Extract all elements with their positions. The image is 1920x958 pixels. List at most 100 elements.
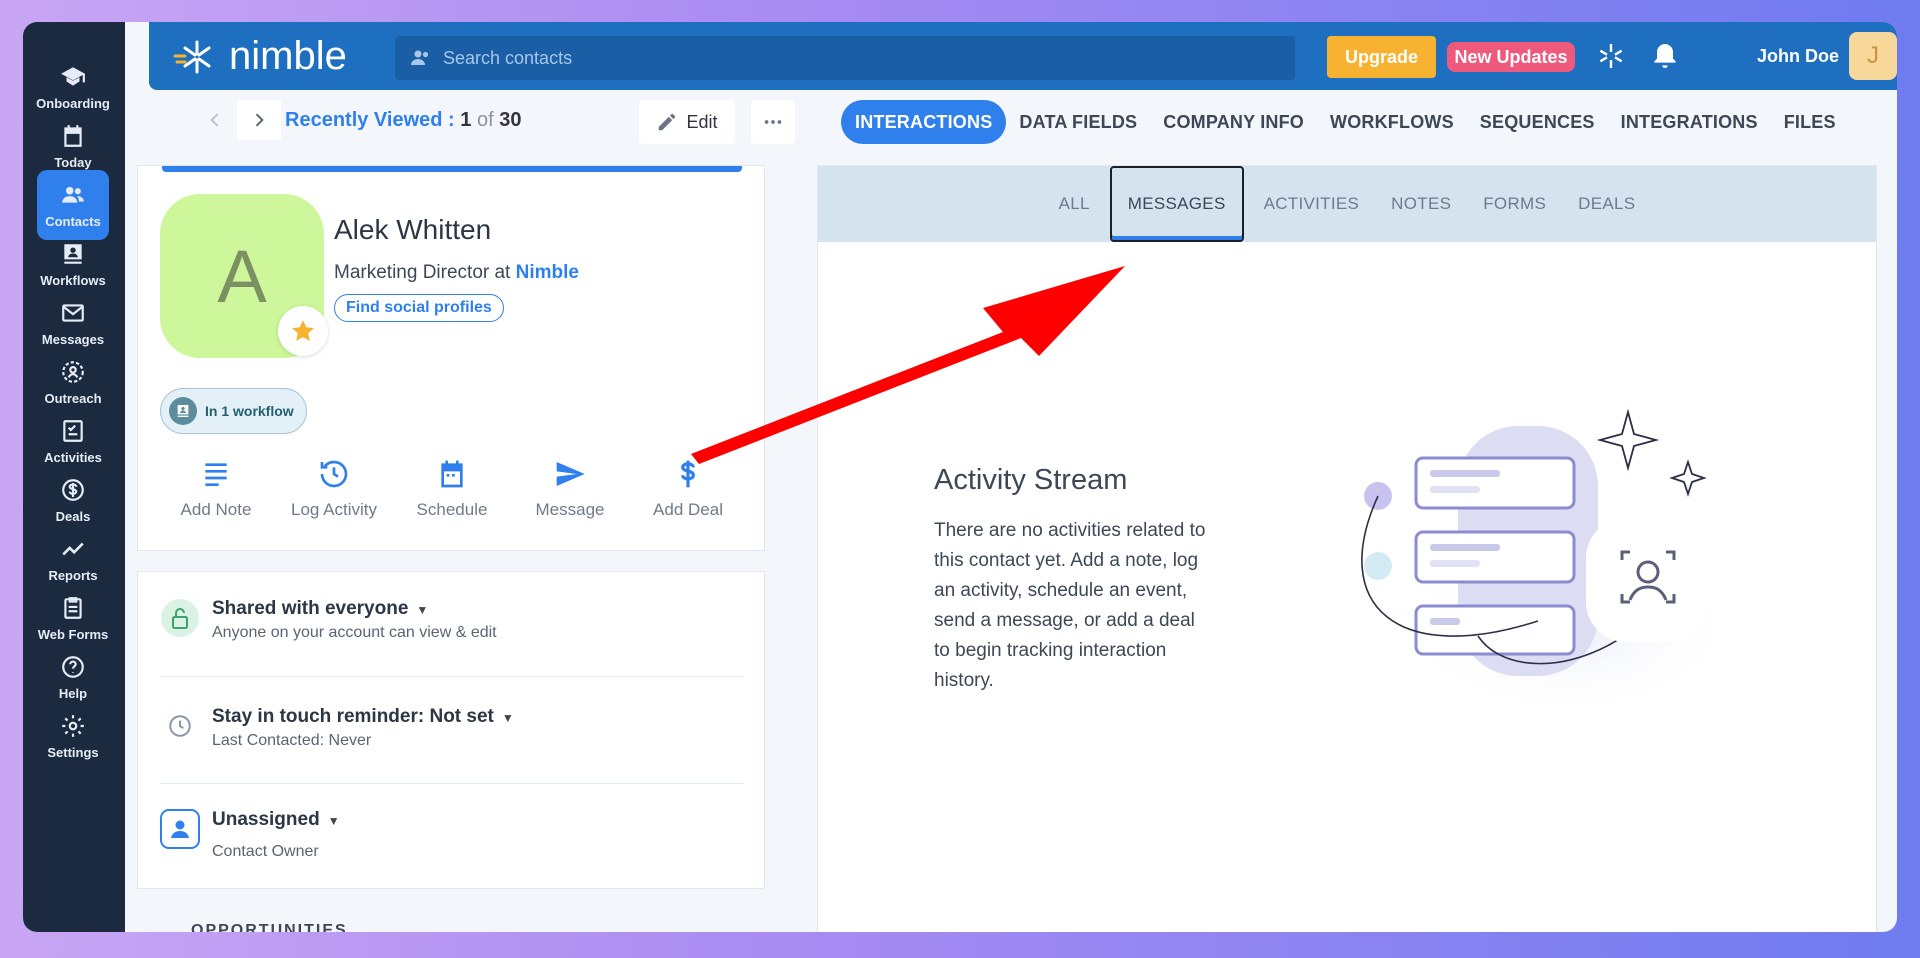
logo-text: nimble <box>229 34 347 78</box>
dollar-icon <box>681 460 695 488</box>
schedule-button[interactable]: Schedule <box>394 458 510 520</box>
clock-icon <box>160 706 200 746</box>
outreach-icon <box>62 360 84 383</box>
owner-title: Unassigned ▼ <box>212 809 340 830</box>
search-input[interactable] <box>443 47 1243 69</box>
divider <box>160 783 744 784</box>
contact-name: Alek Whitten <box>334 214 492 245</box>
subtab-activities[interactable]: ACTIVITIES <box>1248 166 1376 242</box>
nimble-star-icon <box>173 40 211 73</box>
contact-info-card: Shared with everyone ▼ Anyone on your acc… <box>137 571 765 889</box>
contacts-search-icon <box>411 50 429 65</box>
upgrade-button[interactable]: Upgrade <box>1327 36 1436 78</box>
sharing-title: Shared with everyone ▼ <box>212 598 429 619</box>
previous-contact-button[interactable] <box>193 100 237 140</box>
gear-icon <box>62 714 84 737</box>
reminder-subtitle: Last Contacted: Never <box>212 732 372 749</box>
pencil-icon <box>659 113 676 131</box>
edit-button[interactable]: Edit <box>639 100 735 144</box>
owner-subtitle: Contact Owner <box>212 843 319 860</box>
top-bar: nimble Upgrade New Updates John Doe J <box>149 22 1897 90</box>
sparkle-icon[interactable] <box>1595 40 1627 72</box>
tab-interactions[interactable]: INTERACTIONS <box>841 100 1007 144</box>
card-accent-bar <box>162 166 742 172</box>
search-bar[interactable] <box>395 36 1295 80</box>
sidebar-item-label: Web Forms <box>37 626 109 642</box>
sidebar-item-label: Help <box>58 685 88 701</box>
subtab-deals[interactable]: DEALS <box>1562 166 1651 242</box>
sidebar-item-label: Today <box>54 154 92 170</box>
recent-label: Recently Viewed : <box>285 108 455 131</box>
people-icon <box>62 186 84 203</box>
workflow-badge[interactable]: In 1 workflow <box>160 388 307 434</box>
sidebar-item-label: Outreach <box>44 390 102 406</box>
send-icon <box>556 462 585 486</box>
reminder-title: Stay in touch reminder: Not set ▼ <box>212 706 514 727</box>
tab-company-info[interactable]: COMPANY INFO <box>1150 100 1317 144</box>
next-contact-button[interactable] <box>237 100 281 140</box>
contact-profile-card: A Alek Whitten Marketing Director at Nim… <box>137 165 765 551</box>
person-icon <box>160 809 200 849</box>
question-icon <box>62 655 84 678</box>
user-avatar[interactable]: J <box>1849 32 1897 80</box>
owner-row[interactable]: Unassigned ▼ Contact Owner <box>160 809 744 861</box>
recent-of: of <box>476 108 494 131</box>
tab-integrations[interactable]: INTEGRATIONS <box>1608 100 1771 144</box>
sharing-row[interactable]: Shared with everyone ▼ Anyone on your acc… <box>160 598 744 642</box>
unlock-icon <box>160 598 200 638</box>
chevron-right-icon <box>255 113 264 127</box>
subtab-all[interactable]: ALL <box>1043 166 1106 242</box>
reminder-row[interactable]: Stay in touch reminder: Not set ▼ Last Co… <box>160 706 744 750</box>
interaction-sub-tabs: ALL MESSAGES ACTIVITIES NOTES FORMS DEAL… <box>818 166 1876 242</box>
more-options-button[interactable] <box>751 100 795 144</box>
subtab-messages[interactable]: MESSAGES <box>1109 166 1244 242</box>
graduation-cap-icon <box>61 66 85 86</box>
opportunities-heading: OPPORTUNITIES <box>191 922 348 932</box>
tab-data-fields[interactable]: DATA FIELDS <box>1006 100 1150 144</box>
company-link[interactable]: Nimble <box>516 262 579 283</box>
calendar-icon <box>441 460 463 488</box>
envelope-icon <box>62 303 84 322</box>
subtab-notes[interactable]: NOTES <box>1375 166 1467 242</box>
tab-workflows[interactable]: WORKFLOWS <box>1317 100 1467 144</box>
tab-files[interactable]: FILES <box>1771 100 1849 144</box>
user-name[interactable]: John Doe <box>1757 46 1839 67</box>
sidebar-item-label: Settings <box>47 744 99 760</box>
note-lines-icon <box>205 463 227 486</box>
contact-job-title: Marketing Director at Nimble <box>334 262 579 284</box>
subtab-forms[interactable]: FORMS <box>1467 166 1562 242</box>
action-label: Schedule <box>416 500 488 519</box>
new-updates-button[interactable]: New Updates <box>1447 42 1575 72</box>
bell-icon[interactable] <box>1649 40 1681 72</box>
message-button[interactable]: Message <box>512 458 628 520</box>
sidebar-item-settings[interactable]: Settings <box>37 701 109 771</box>
action-label: Message <box>535 500 605 519</box>
activity-stream-title: Activity Stream <box>934 464 1128 496</box>
add-deal-button[interactable]: Add Deal <box>630 458 746 520</box>
checklist-icon <box>63 419 83 442</box>
recent-total: 30 <box>499 108 522 131</box>
find-social-profiles-button[interactable]: Find social profiles <box>334 294 504 322</box>
workflow-icon <box>169 397 197 425</box>
job-title-text: Marketing Director at <box>334 262 511 283</box>
recent-current: 1 <box>460 108 472 131</box>
quick-actions: Add Note Log Activity Schedule Message A… <box>158 458 746 520</box>
interactions-panel: ALL MESSAGES ACTIVITIES NOTES FORMS DEAL… <box>817 165 1877 932</box>
log-activity-button[interactable]: Log Activity <box>276 458 392 520</box>
recently-viewed-label: Recently Viewed : 1 of 30 <box>285 109 521 132</box>
add-note-button[interactable]: Add Note <box>158 458 274 520</box>
sidebar: Onboarding Today Contacts Workflows Mess… <box>23 22 125 932</box>
tab-sequences[interactable]: SEQUENCES <box>1467 100 1608 144</box>
nimble-logo[interactable]: nimble <box>171 34 347 79</box>
sidebar-item-label: Messages <box>41 331 105 347</box>
main-tabs: INTERACTIONS DATA FIELDS COMPANY INFO WO… <box>841 100 1849 144</box>
favorite-star-button[interactable] <box>278 306 328 356</box>
chevron-left-icon <box>210 113 219 127</box>
action-label: Log Activity <box>291 500 377 519</box>
action-label: Add Deal <box>653 500 723 519</box>
history-icon <box>320 460 348 488</box>
workflow-icon <box>64 243 82 264</box>
divider <box>160 676 744 677</box>
star-icon <box>292 320 314 341</box>
sidebar-item-label: Reports <box>48 567 98 583</box>
